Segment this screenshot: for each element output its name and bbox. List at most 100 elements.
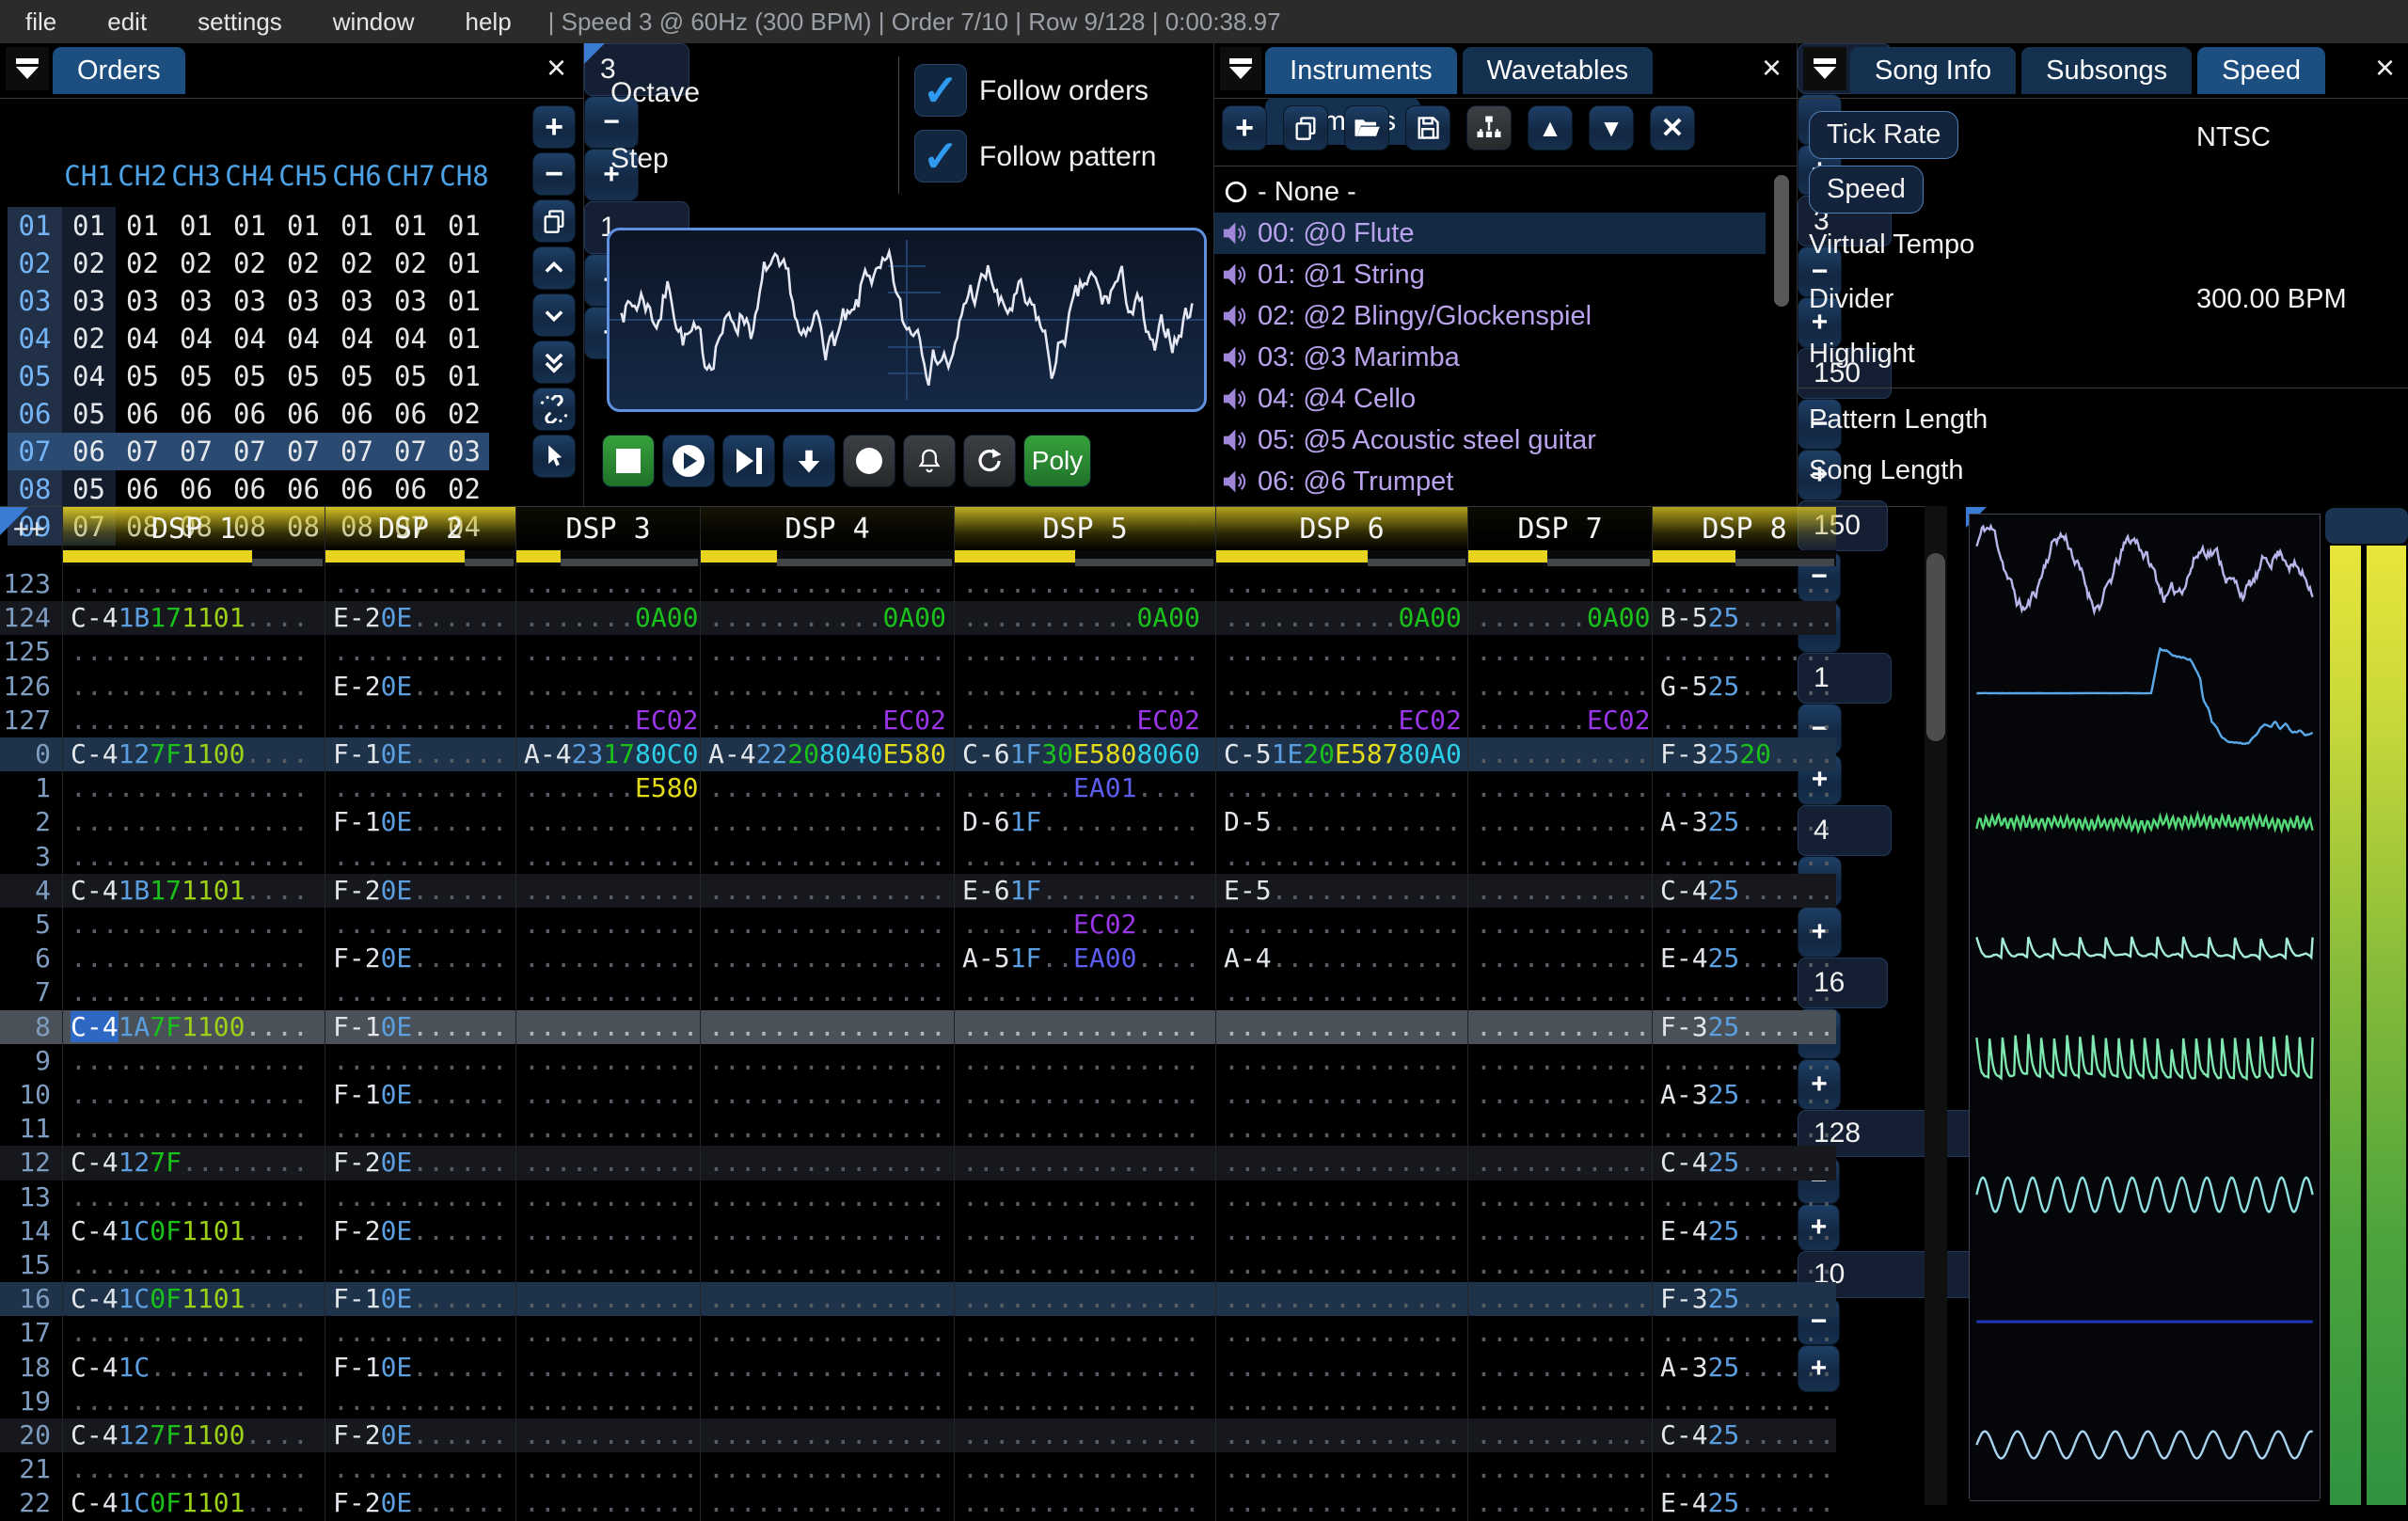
pattern-cell[interactable]: ........... [515,1043,700,1078]
pattern-cell[interactable]: ............... [700,1112,954,1147]
pattern-cell[interactable]: ............... [700,1316,954,1351]
orders-cell[interactable]: 05 [330,357,384,395]
orders-cell[interactable]: 05 [223,357,277,395]
pattern-cell[interactable]: ............... [1215,1146,1467,1180]
pattern-cell[interactable]: ........... [1467,635,1652,670]
pattern-cell[interactable]: E-5............ [1215,873,1467,908]
orders-cell[interactable]: 05 [62,470,116,508]
orders-cell[interactable]: 03 [384,282,437,320]
orders-cell[interactable]: 02 [223,245,277,282]
pattern-cell[interactable]: ........... [1652,567,1836,602]
pattern-cell[interactable]: ............... [1215,567,1467,602]
orders-row-02[interactable]: 02 02 02 02 02 02 02 02 01 [8,245,489,282]
orders-cell[interactable]: 06 [384,395,437,433]
pattern-cell[interactable]: ............... [700,1486,954,1521]
menu-item-edit[interactable]: edit [82,8,172,36]
pattern-cell[interactable]: ............... [1215,1350,1467,1385]
pattern-cell[interactable]: ........... [515,1213,700,1248]
pattern-cell[interactable]: .......EC02 [1467,703,1652,737]
instrument-item-none[interactable]: - None - [1214,171,1766,213]
tick-rate-label[interactable]: Tick Rate [1809,111,1959,159]
pattern-cell[interactable]: ............... [700,1009,954,1044]
pattern-cell[interactable]: F-10E...... [325,737,515,772]
pattern-cell[interactable]: ............... [62,567,325,602]
pattern-cell[interactable]: F-20E...... [325,1213,515,1248]
menu-item-window[interactable]: window [308,8,440,36]
orders-cell[interactable]: 06 [169,395,223,433]
orders-add-button[interactable]: + [532,105,576,149]
pattern-row-13[interactable]: 13......................................… [0,1180,1836,1214]
pattern-cell[interactable]: ........... [1467,908,1652,943]
pattern-row-15[interactable]: 15......................................… [0,1248,1836,1283]
pattern-cell[interactable]: E-61F.......... [954,873,1215,908]
pattern-cell[interactable]: B-525...... [1652,601,1836,636]
orders-cell[interactable]: 03 [223,282,277,320]
orders-duplicate-button[interactable] [532,199,576,243]
pattern-cell[interactable]: ........... [515,839,700,874]
orders-cell[interactable]: 02 [330,245,384,282]
pattern-cell[interactable]: ........... [515,1486,700,1521]
pattern-cell[interactable]: G-525...... [1652,669,1836,704]
pattern-cell[interactable]: ............... [62,908,325,943]
pattern-cell[interactable]: E-425...... [1652,1486,1836,1521]
pattern-cell[interactable]: F-325...... [1652,1009,1836,1044]
pattern-cell[interactable]: ........... [1467,1112,1652,1147]
pattern-cell[interactable]: ............... [1215,1009,1467,1044]
pattern-cell[interactable]: ............... [700,908,954,943]
pattern-row-126[interactable]: 126............... E-20E.................… [0,669,1836,704]
pattern-cell[interactable]: ........... [1652,635,1836,670]
pattern-cell[interactable]: ........... [1652,703,1836,737]
pattern-cell[interactable]: ............... [700,669,954,704]
pattern-cell[interactable]: C-51E20E58780A0 [1215,737,1467,772]
pattern-cell[interactable]: ............... [62,1384,325,1418]
pattern-cell[interactable]: ........... [325,839,515,874]
pattern-cell[interactable]: F-10E...... [325,1350,515,1385]
orders-row-07[interactable]: 07 06 07 07 07 07 07 07 03 [8,433,489,470]
pattern-view[interactable]: ++ DSP 1 DSP 2 DSP 3 DSP 4 DSP 5 DSP 6 DSP 7 DS… [0,506,1926,1521]
orders-cell[interactable]: 07 [116,433,169,470]
orders-cell[interactable]: 03 [169,282,223,320]
pattern-cell[interactable]: ........... [1652,771,1836,806]
pattern-row-5[interactable]: 5.......................................… [0,908,1836,943]
pattern-cell[interactable]: F-20E...... [325,873,515,908]
pattern-cell[interactable]: ............... [954,1282,1215,1317]
pattern-cell[interactable]: ............... [1215,1248,1467,1283]
pattern-row-22[interactable]: 22 C-41C0F1101.... F-20E..................… [0,1486,1836,1521]
pattern-cell[interactable]: ........... [325,1043,515,1078]
orders-cell[interactable]: 05 [384,357,437,395]
orders-cell[interactable]: 06 [330,470,384,508]
pattern-cell[interactable]: ............... [62,1078,325,1113]
pattern-cell[interactable]: ............... [62,839,325,874]
pattern-cell[interactable]: ........... [1467,1180,1652,1214]
pattern-cell[interactable]: ............... [62,975,325,1010]
pattern-cell[interactable]: E-20E...... [325,669,515,704]
follow-orders-checkbox[interactable]: ✓ [914,64,967,117]
orders-cell[interactable]: 02 [384,245,437,282]
orders-cell[interactable]: 06 [277,470,330,508]
pattern-cell[interactable]: F-325...... [1652,1282,1836,1317]
channel-header-dsp-1[interactable]: DSP 1 [62,507,325,550]
pattern-cell[interactable]: ............... [700,1350,954,1385]
orders-cell[interactable]: 06 [384,470,437,508]
pattern-cell[interactable]: .......0A00 [515,601,700,636]
pattern-row-1[interactable]: 1.......................... .......E580..… [0,771,1836,806]
pattern-cell[interactable]: ........... [1467,771,1652,806]
pattern-cell[interactable]: ........... [1652,1316,1836,1351]
pattern-cell[interactable]: ........... [1652,1043,1836,1078]
collapse-window-icon[interactable] [6,47,49,90]
pattern-cell[interactable]: ........... [325,635,515,670]
close-icon[interactable]: × [1762,51,1782,85]
orders-cell[interactable]: 06 [169,470,223,508]
orders-move-up-button[interactable] [532,246,576,290]
pattern-cell[interactable]: C-4127F........ [62,1146,325,1180]
pattern-cell[interactable]: ........... [515,975,700,1010]
pattern-cell[interactable]: ............... [954,1452,1215,1487]
pattern-cell[interactable]: A-4231780C0 [515,737,700,772]
record-button[interactable] [843,435,895,487]
pattern-cell[interactable]: ............... [1215,669,1467,704]
pattern-cell[interactable]: F-20E...... [325,1146,515,1180]
pattern-cell[interactable]: C-41C0F1101.... [62,1486,325,1521]
pattern-cell[interactable]: ............... [954,669,1215,704]
pattern-row-19[interactable]: 19......................................… [0,1384,1836,1418]
pattern-cell[interactable]: ............... [954,1418,1215,1453]
